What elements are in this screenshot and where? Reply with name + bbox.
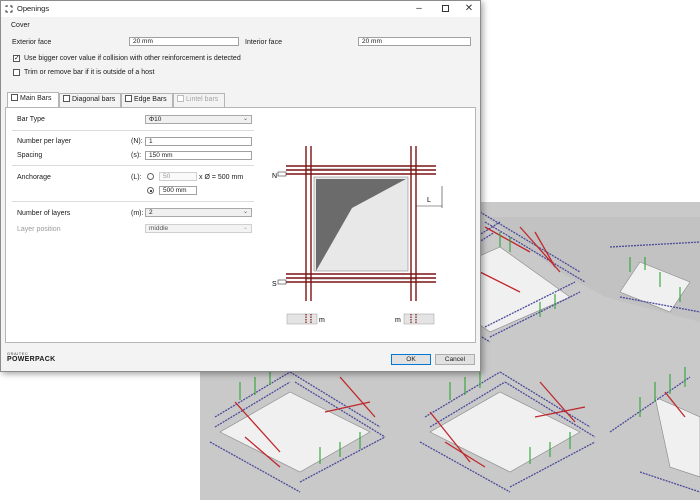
tab-edge-bars-label: Edge Bars: [134, 96, 167, 103]
bar-type-value: Φ10: [149, 116, 162, 123]
anchorage-factor-radio[interactable]: [147, 173, 154, 180]
use-bigger-cover-label: Use bigger cover value if collision with…: [24, 55, 241, 62]
openings-dialog: Openings – ✕ Cover Exterior face 20 mm I…: [0, 0, 481, 372]
number-per-layer-label: Number per layer: [17, 138, 72, 145]
tab-diagonal-bars-label: Diagonal bars: [72, 96, 116, 103]
spacing-label: Spacing: [17, 152, 43, 159]
anchorage-length-input[interactable]: 500 mm: [159, 186, 197, 195]
diagonal-bars-tab-checkbox[interactable]: [63, 95, 70, 102]
anchorage-code: (L):: [131, 174, 142, 181]
minimize-button[interactable]: –: [408, 1, 430, 17]
exterior-face-label: Exterior face: [12, 39, 52, 46]
chevron-down-icon: ⌄: [242, 116, 248, 122]
divider: [12, 165, 254, 166]
title-bar[interactable]: Openings – ✕: [1, 1, 480, 17]
maximize-icon: [441, 5, 449, 12]
layer-position-value: middle: [149, 225, 169, 232]
main-bars-panel: Bar Type Φ10 ⌄ Number per layer (N): 1 Sp…: [5, 107, 476, 343]
spacing-input[interactable]: 150 mm: [145, 151, 252, 160]
reinforcement-diagram: N S L m m: [272, 146, 443, 325]
interior-face-label: Interior face: [245, 39, 282, 46]
anchorage-l-label: L: [427, 197, 431, 204]
divider: [12, 201, 254, 202]
tab-main-bars-label: Main Bars: [20, 95, 52, 102]
bar-type-select[interactable]: Φ10 ⌄: [145, 115, 252, 124]
anchorage-factor-input[interactable]: 50: [159, 172, 197, 181]
window-title: Openings: [17, 4, 50, 13]
layer-position-select: middle ⌄: [145, 224, 252, 233]
tab-lintel-bars: Lintel bars: [173, 93, 225, 107]
chevron-down-icon: ⌄: [242, 225, 248, 231]
bar-type-label: Bar Type: [17, 116, 45, 123]
tab-lintel-bars-label: Lintel bars: [186, 96, 219, 103]
lintel-bars-tab-checkbox: [177, 95, 184, 102]
number-of-layers-value: 2: [149, 209, 153, 216]
tab-diagonal-bars[interactable]: Diagonal bars: [59, 93, 121, 107]
graitec-icon: [5, 5, 13, 13]
anchorage-factor-suffix: x Ø = 500 mm: [199, 174, 244, 181]
number-per-layer-input[interactable]: 1: [145, 137, 252, 146]
powerpack-logo: GRAITEC POWERPACK: [7, 351, 55, 363]
trim-bar-label: Trim or remove bar if it is outside of a…: [24, 69, 155, 76]
ok-button[interactable]: OK: [391, 354, 431, 365]
tab-edge-bars[interactable]: Edge Bars: [121, 93, 173, 107]
layers-m-label-right: m: [395, 317, 401, 324]
divider: [12, 130, 254, 131]
maximize-button[interactable]: [434, 1, 456, 17]
south-label: S: [272, 281, 277, 288]
layers-m-label-left: m: [319, 317, 325, 324]
chevron-down-icon: ⌄: [242, 209, 248, 215]
interior-face-input[interactable]: 20 mm: [358, 37, 471, 46]
anchorage-length-radio[interactable]: [147, 187, 154, 194]
number-of-layers-code: (m):: [131, 210, 144, 217]
cancel-button[interactable]: Cancel: [435, 354, 475, 365]
trim-bar-checkbox[interactable]: [13, 69, 20, 76]
close-icon: ✕: [464, 3, 474, 14]
number-of-layers-label: Number of layers: [17, 210, 71, 217]
edge-bars-tab-checkbox[interactable]: [125, 95, 132, 102]
exterior-face-input[interactable]: 20 mm: [129, 37, 239, 46]
number-per-layer-code: (N):: [131, 138, 143, 145]
use-bigger-cover-checkbox[interactable]: [13, 54, 20, 62]
cover-section-label: Cover: [11, 22, 30, 29]
layer-position-label: Layer position: [17, 226, 61, 233]
dialog-footer: GRAITEC POWERPACK OK Cancel: [1, 346, 480, 371]
brand-bottom: POWERPACK: [7, 356, 56, 363]
number-of-layers-select[interactable]: 2 ⌄: [145, 208, 252, 217]
tab-main-bars[interactable]: Main Bars: [7, 92, 59, 107]
main-bars-tab-checkbox[interactable]: [11, 94, 18, 101]
spacing-code: (s):: [131, 152, 142, 159]
anchorage-label: Anchorage: [17, 174, 51, 181]
north-label: N: [272, 173, 277, 180]
close-button[interactable]: ✕: [458, 1, 480, 17]
minimize-icon: –: [416, 3, 422, 14]
